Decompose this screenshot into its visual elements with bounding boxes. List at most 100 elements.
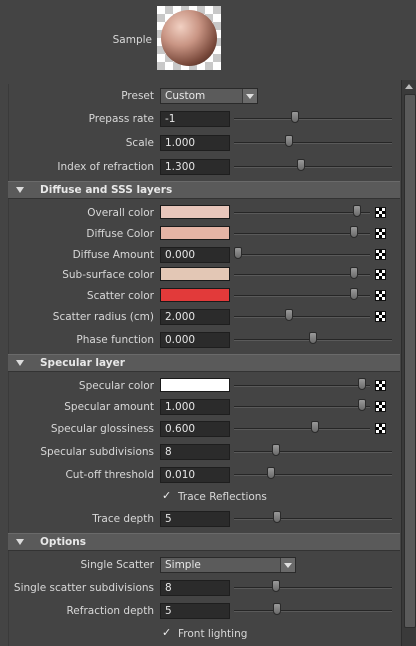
specular-glossiness-map-button[interactable] <box>375 423 386 434</box>
diffuse-amount-slider-handle[interactable] <box>234 247 242 259</box>
overall-color-label: Overall color <box>87 207 154 219</box>
single-scatter-dropdown[interactable]: Simple <box>160 557 296 573</box>
overall-color-slider-handle[interactable] <box>353 205 362 217</box>
prepass-rate-slider-track[interactable] <box>234 118 392 120</box>
section-title: Diffuse and SSS layers <box>40 184 173 196</box>
refraction-depth-slider-track[interactable] <box>234 610 392 612</box>
diffuse-amount-map-button[interactable] <box>375 249 386 260</box>
refraction-depth-field[interactable]: 5 <box>160 603 230 619</box>
diffuse-color-map-button[interactable] <box>375 228 386 239</box>
trace-depth-field[interactable]: 5 <box>160 511 230 527</box>
preset-dropdown[interactable]: Custom <box>160 88 258 104</box>
scrollbar-thumb[interactable] <box>404 94 416 628</box>
prepass-rate-field[interactable]: -1 <box>160 111 230 127</box>
material-sphere <box>161 10 217 66</box>
subsurface-color-label: Sub-surface color <box>62 269 154 281</box>
prepass-rate-slider-handle[interactable] <box>291 111 299 123</box>
scatter-color-slider-handle[interactable] <box>350 288 359 300</box>
diffuse-color-label: Diffuse Color <box>86 228 154 240</box>
ior-field[interactable]: 1.300 <box>160 159 230 175</box>
cutoff-threshold-slider-handle[interactable] <box>267 467 275 479</box>
section-title: Specular layer <box>40 357 125 369</box>
specular-color-swatch[interactable] <box>160 378 230 392</box>
cutoff-threshold-field[interactable]: 0.010 <box>160 467 230 483</box>
overall-color-slider-track[interactable] <box>234 212 370 214</box>
prepass-rate-label: Prepass rate <box>88 113 154 125</box>
scatter-radius-label: Scatter radius (cm) <box>52 311 154 323</box>
scale-slider-handle[interactable] <box>285 135 293 147</box>
subsurface-color-swatch[interactable] <box>160 267 230 281</box>
sample-label: Sample <box>112 34 152 46</box>
scale-slider-track[interactable] <box>234 142 392 144</box>
refraction-depth-slider-handle[interactable] <box>273 603 281 615</box>
specular-amount-field[interactable]: 1.000 <box>160 399 230 415</box>
preset-label: Preset <box>121 90 154 102</box>
scale-field[interactable]: 1.000 <box>160 135 230 151</box>
specular-glossiness-slider-track[interactable] <box>234 428 370 430</box>
phase-function-label: Phase function <box>76 334 154 346</box>
specular-color-slider-track[interactable] <box>234 385 370 387</box>
diffuse-amount-field[interactable]: 0.000 <box>160 247 230 263</box>
collapse-triangle-icon <box>16 187 24 193</box>
trace-depth-label: Trace depth <box>92 513 154 525</box>
phase-function-slider-handle[interactable] <box>309 332 317 344</box>
overall-color-map-button[interactable] <box>375 207 386 218</box>
cutoff-threshold-slider-track[interactable] <box>234 474 392 476</box>
single-scatter-subdivisions-field[interactable]: 8 <box>160 580 230 596</box>
specular-amount-slider-handle[interactable] <box>358 399 367 411</box>
ior-slider-handle[interactable] <box>297 159 305 171</box>
specular-subdivisions-label: Specular subdivisions <box>40 446 154 458</box>
overall-color-swatch[interactable] <box>160 205 230 219</box>
single-scatter-label: Single Scatter <box>80 559 155 571</box>
diffuse-amount-label: Diffuse Amount <box>72 249 154 261</box>
phase-function-field[interactable]: 0.000 <box>160 332 230 348</box>
specular-amount-map-button[interactable] <box>375 401 386 412</box>
preset-value: Custom <box>165 90 206 102</box>
collapse-triangle-icon <box>16 360 24 366</box>
ior-slider-track[interactable] <box>234 166 392 168</box>
specular-amount-slider-track[interactable] <box>234 406 370 408</box>
scatter-radius-field[interactable]: 2.000 <box>160 309 230 325</box>
specular-glossiness-slider-handle[interactable] <box>310 421 319 433</box>
front-lighting-checkbox[interactable]: ✓ <box>162 627 174 639</box>
subsurface-color-slider-handle[interactable] <box>350 267 359 279</box>
scatter-color-map-button[interactable] <box>375 290 386 301</box>
specular-glossiness-field[interactable]: 0.600 <box>160 421 230 437</box>
single-scatter-subdivisions-slider-handle[interactable] <box>271 580 280 592</box>
trace-reflections-label: Trace Reflections <box>178 491 267 503</box>
scatter-radius-slider-handle[interactable] <box>285 309 294 321</box>
specular-color-map-button[interactable] <box>375 380 386 391</box>
material-preview[interactable] <box>157 6 221 70</box>
diffuse-color-swatch[interactable] <box>160 226 230 240</box>
trace-depth-slider-track[interactable] <box>234 518 392 520</box>
specular-color-slider-handle[interactable] <box>358 378 367 390</box>
trace-reflections-checkbox[interactable]: ✓ <box>162 490 174 502</box>
diffuse-color-slider-handle[interactable] <box>350 226 359 238</box>
scale-label: Scale <box>125 137 154 149</box>
specular-amount-label: Specular amount <box>64 401 154 413</box>
single-scatter-subdivisions-slider-track[interactable] <box>234 587 392 589</box>
scatter-radius-map-button[interactable] <box>375 311 386 322</box>
scatter-color-swatch[interactable] <box>160 288 230 302</box>
scroll-up-icon[interactable] <box>405 84 413 89</box>
single-scatter-value: Simple <box>165 559 201 571</box>
chevron-down-icon <box>242 89 257 103</box>
diffuse-amount-slider-track[interactable] <box>234 254 370 256</box>
scrollbar[interactable] <box>401 80 416 646</box>
specular-subdivisions-slider-handle[interactable] <box>271 444 280 456</box>
chevron-down-icon <box>280 558 295 572</box>
front-lighting-label: Front lighting <box>178 628 248 640</box>
section-diffuse-sss[interactable]: Diffuse and SSS layers <box>8 181 400 199</box>
section-specular[interactable]: Specular layer <box>8 354 400 372</box>
section-title: Options <box>40 536 86 548</box>
collapse-triangle-icon <box>16 539 24 545</box>
section-options[interactable]: Options <box>8 533 400 551</box>
scatter-color-label: Scatter color <box>86 290 154 302</box>
subsurface-color-map-button[interactable] <box>375 269 386 280</box>
specular-subdivisions-slider-track[interactable] <box>234 451 392 453</box>
specular-subdivisions-field[interactable]: 8 <box>160 444 230 460</box>
trace-depth-slider-handle[interactable] <box>273 511 281 523</box>
scatter-radius-slider-track[interactable] <box>234 316 370 318</box>
cutoff-threshold-label: Cut-off threshold <box>65 469 154 481</box>
specular-color-label: Specular color <box>78 380 154 392</box>
